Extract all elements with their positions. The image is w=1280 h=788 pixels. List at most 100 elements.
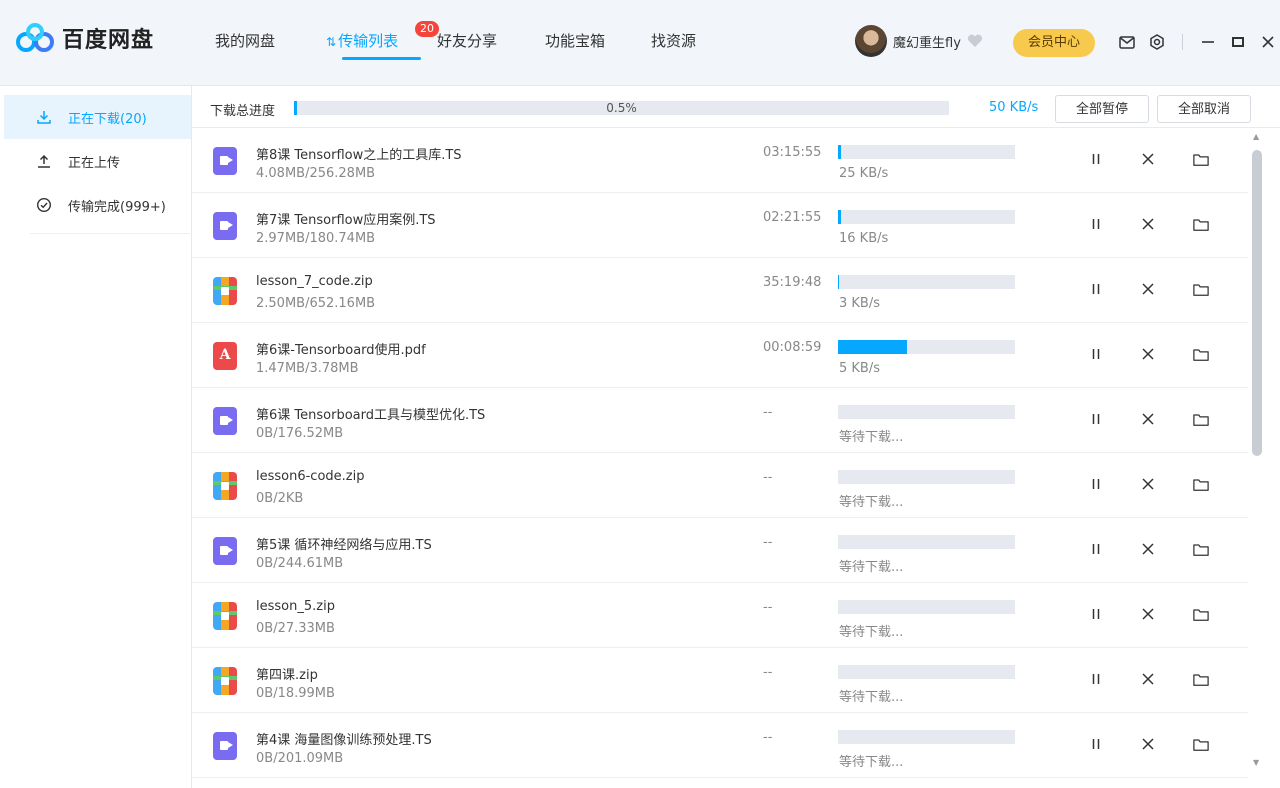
window-controls [1118, 33, 1277, 51]
folder-icon[interactable] [1193, 541, 1209, 557]
table-row[interactable]: 第6课 Tensorboard工具与模型优化.TS 0B/176.52MB --… [192, 388, 1248, 453]
table-row[interactable]: lesson6-code.zip 0B/2KB -- 等待下载... [192, 453, 1248, 518]
sidebar-divider [30, 233, 190, 234]
upload-icon [38, 154, 50, 168]
pause-all-button[interactable]: 全部暂停 [1055, 95, 1149, 123]
app-logo[interactable]: 百度网盘 [16, 22, 154, 54]
folder-icon[interactable] [1193, 346, 1209, 362]
sidebar-item-downloading[interactable]: 正在下载(20) [4, 95, 191, 139]
file-name: 第5课 循环神经网络与应用.TS [256, 538, 432, 553]
pause-icon[interactable] [1088, 606, 1104, 622]
main-nav: 我的网盘 ⇅ 传输列表 20 好友分享 功能宝箱 找资源 [215, 21, 731, 68]
file-progress-fill [838, 275, 839, 289]
cancel-icon[interactable] [1140, 281, 1156, 297]
cancel-icon[interactable] [1140, 151, 1156, 167]
file-name: 第四课.zip [256, 668, 318, 683]
tab-my-disk[interactable]: 我的网盘 [215, 28, 326, 68]
folder-icon[interactable] [1193, 671, 1209, 687]
file-status: 16 KB/s [839, 231, 889, 246]
pause-icon[interactable] [1088, 281, 1104, 297]
folder-icon[interactable] [1193, 411, 1209, 427]
file-size: 2.97MB/180.74MB [256, 231, 376, 246]
cancel-icon[interactable] [1140, 541, 1156, 557]
scroll-up-arrow-icon[interactable]: ▲ [1253, 132, 1259, 141]
table-row[interactable]: 第7课 Tensorflow应用案例.TS 2.97MB/180.74MB 02… [192, 193, 1248, 258]
sidebar: 正在下载(20) 正在上传 传输完成(999+) [0, 86, 192, 788]
close-icon[interactable] [1259, 33, 1277, 51]
cancel-icon[interactable] [1140, 736, 1156, 752]
overall-speed: 50 KB/s [989, 100, 1039, 115]
file-progress-fill [838, 210, 841, 224]
file-progress-fill [838, 145, 841, 159]
zip-file-icon [213, 667, 237, 695]
pause-icon[interactable] [1088, 671, 1104, 687]
pause-icon[interactable] [1088, 151, 1104, 167]
pause-icon[interactable] [1088, 216, 1104, 232]
cancel-icon[interactable] [1140, 476, 1156, 492]
table-row[interactable]: 第5课 循环神经网络与应用.TS 0B/244.61MB -- 等待下载... [192, 518, 1248, 583]
table-row[interactable]: 第6课-Tensorboard使用.pdf 1.47MB/3.78MB 00:0… [192, 323, 1248, 388]
file-progress-bar [838, 275, 1015, 289]
table-row[interactable]: lesson_7_code.zip 2.50MB/652.16MB 35:19:… [192, 258, 1248, 323]
file-progress-bar [838, 405, 1015, 419]
tab-find-resources-label: 找资源 [651, 32, 697, 50]
gear-icon[interactable] [1148, 33, 1166, 51]
sidebar-item-uploading[interactable]: 正在上传 [4, 139, 191, 183]
folder-icon[interactable] [1193, 606, 1209, 622]
pause-icon[interactable] [1088, 476, 1104, 492]
zip-file-icon [213, 602, 237, 630]
tab-friend-share[interactable]: 好友分享 [437, 28, 545, 68]
pause-icon[interactable] [1088, 411, 1104, 427]
file-status: 25 KB/s [839, 166, 889, 181]
file-name: 第6课 Tensorboard工具与模型优化.TS [256, 408, 486, 423]
scrollbar[interactable]: ▲ ▼ [1250, 132, 1264, 772]
file-progress-bar [838, 340, 1015, 354]
remaining-time: -- [763, 730, 773, 745]
tab-find-resources[interactable]: 找资源 [651, 28, 731, 68]
folder-icon[interactable] [1193, 281, 1209, 297]
folder-icon[interactable] [1193, 476, 1209, 492]
baidu-netdisk-logo-icon [16, 23, 54, 52]
cancel-icon[interactable] [1140, 411, 1156, 427]
folder-icon[interactable] [1193, 736, 1209, 752]
maximize-icon[interactable] [1229, 33, 1247, 51]
file-status: 3 KB/s [839, 296, 880, 311]
remaining-time: 03:15:55 [763, 145, 822, 160]
table-row[interactable]: 第四课.zip 0B/18.99MB -- 等待下载... [192, 648, 1248, 713]
video-file-icon [213, 212, 237, 240]
cancel-icon[interactable] [1140, 216, 1156, 232]
top-bar: 百度网盘 我的网盘 ⇅ 传输列表 20 好友分享 功能宝箱 找资源 魔幻重生fly… [0, 0, 1280, 86]
scroll-down-arrow-icon[interactable]: ▼ [1253, 758, 1259, 767]
cancel-all-button[interactable]: 全部取消 [1157, 95, 1251, 123]
zip-file-icon [213, 472, 237, 500]
cancel-icon[interactable] [1140, 606, 1156, 622]
sidebar-item-completed[interactable]: 传输完成(999+) [4, 183, 191, 227]
download-list: 第8课 Tensorflow之上的工具库.TS 4.08MB/256.28MB … [192, 128, 1248, 778]
table-row[interactable]: 第8课 Tensorflow之上的工具库.TS 4.08MB/256.28MB … [192, 128, 1248, 193]
user-profile[interactable]: 魔幻重生fly [855, 25, 983, 57]
mail-icon[interactable] [1118, 33, 1136, 51]
avatar[interactable] [855, 25, 887, 57]
tab-transfer-list-label: 传输列表 [338, 32, 399, 50]
tab-transfer-list[interactable]: ⇅ 传输列表 20 [326, 21, 439, 68]
remaining-time: 35:19:48 [763, 275, 822, 290]
minimize-icon[interactable] [1199, 33, 1217, 51]
file-size: 0B/201.09MB [256, 751, 344, 766]
folder-icon[interactable] [1193, 151, 1209, 167]
remaining-time: 02:21:55 [763, 210, 822, 225]
remaining-time: -- [763, 470, 773, 485]
file-name: lesson_7_code.zip [256, 274, 373, 289]
table-row[interactable]: 第4课 海量图像训练预处理.TS 0B/201.09MB -- 等待下载... [192, 713, 1248, 778]
cancel-icon[interactable] [1140, 671, 1156, 687]
pause-icon[interactable] [1088, 346, 1104, 362]
active-tab-indicator [342, 57, 421, 60]
tab-toolbox[interactable]: 功能宝箱 [545, 28, 651, 68]
folder-icon[interactable] [1193, 216, 1209, 232]
scrollbar-thumb[interactable] [1252, 150, 1262, 456]
cancel-icon[interactable] [1140, 346, 1156, 362]
table-row[interactable]: lesson_5.zip 0B/27.33MB -- 等待下载... [192, 583, 1248, 648]
file-status: 等待下载... [839, 430, 904, 445]
member-center-button[interactable]: 会员中心 [1013, 29, 1095, 57]
pause-icon[interactable] [1088, 541, 1104, 557]
pause-icon[interactable] [1088, 736, 1104, 752]
